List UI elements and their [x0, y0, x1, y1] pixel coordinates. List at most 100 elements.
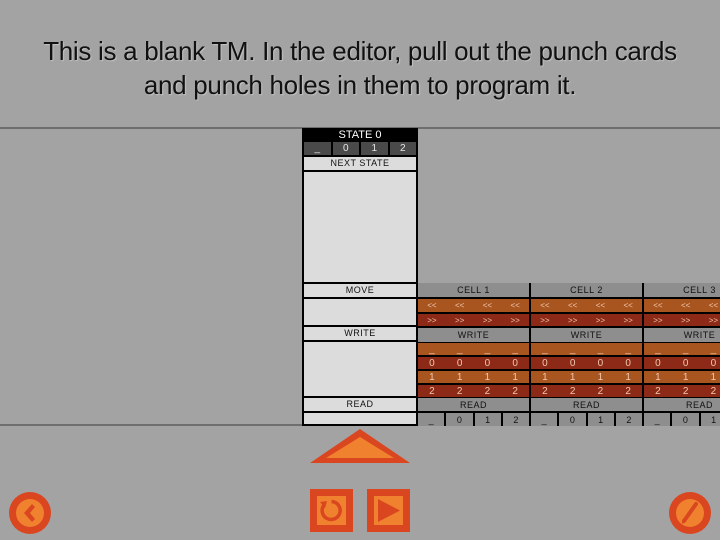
move-left-option[interactable]: <<: [672, 301, 700, 310]
edit-button[interactable]: [668, 491, 712, 535]
read-symbol[interactable]: 2: [502, 413, 529, 426]
write-option[interactable]: 0: [418, 358, 446, 369]
write-option[interactable]: 2: [672, 386, 700, 397]
write-label: WRITE: [644, 328, 720, 342]
write-option[interactable]: 0: [587, 358, 615, 369]
write-option[interactable]: _: [700, 344, 720, 355]
write-option[interactable]: 0: [474, 358, 502, 369]
write-option[interactable]: 2: [587, 386, 615, 397]
write-option[interactable]: _: [672, 344, 700, 355]
write-option[interactable]: 2: [418, 386, 446, 397]
move-left-option[interactable]: <<: [559, 301, 587, 310]
write-option[interactable]: _: [474, 344, 502, 355]
write-option[interactable]: _: [614, 344, 642, 355]
write-option[interactable]: 0: [614, 358, 642, 369]
state-symbol[interactable]: 1: [361, 142, 388, 155]
write-option[interactable]: 2: [700, 386, 720, 397]
move-right-option[interactable]: >>: [587, 316, 615, 325]
write-option[interactable]: 2: [644, 386, 672, 397]
read-symbol[interactable]: 1: [474, 413, 501, 426]
write-area[interactable]: [304, 342, 416, 396]
write-option[interactable]: _: [501, 344, 529, 355]
move-left-option[interactable]: <<: [501, 301, 529, 310]
write-option[interactable]: 1: [614, 372, 642, 383]
write-option[interactable]: 1: [446, 372, 474, 383]
write-option[interactable]: 1: [501, 372, 529, 383]
move-left-option[interactable]: <<: [587, 301, 615, 310]
move-right-option[interactable]: >>: [559, 316, 587, 325]
state-symbol[interactable]: _: [304, 142, 331, 155]
move-right-option[interactable]: >>: [474, 316, 502, 325]
move-left-option[interactable]: <<: [614, 301, 642, 310]
back-button[interactable]: [8, 491, 52, 535]
write-option[interactable]: 0: [700, 358, 720, 369]
cell-card[interactable]: CELL 1 << << << << >> >> >> >> WRITE _ _ _ _ 0 0 0 0 1 1 1 1 2…: [418, 283, 531, 426]
write-option[interactable]: 2: [474, 386, 502, 397]
read-symbol[interactable]: 1: [587, 413, 614, 426]
move-right-option[interactable]: >>: [446, 316, 474, 325]
write-option[interactable]: 2: [559, 386, 587, 397]
state-symbol[interactable]: 2: [389, 142, 416, 155]
write-option[interactable]: 2: [614, 386, 642, 397]
write-option[interactable]: _: [587, 344, 615, 355]
write-row: 2222: [644, 385, 720, 397]
state-card[interactable]: STATE 0 _ 0 1 2 NEXT STATE MOVE WRITE RE…: [302, 128, 418, 426]
write-option[interactable]: 1: [559, 372, 587, 383]
write-option[interactable]: 1: [587, 372, 615, 383]
state-symbol[interactable]: 0: [332, 142, 359, 155]
cell-title: CELL 3: [644, 283, 720, 297]
read-symbol[interactable]: _: [418, 413, 445, 426]
move-left-option[interactable]: <<: [700, 301, 720, 310]
write-option[interactable]: 0: [446, 358, 474, 369]
write-option[interactable]: 0: [501, 358, 529, 369]
write-option[interactable]: 2: [446, 386, 474, 397]
write-option[interactable]: _: [559, 344, 587, 355]
read-symbol[interactable]: 1: [700, 413, 720, 426]
move-left-option[interactable]: <<: [474, 301, 502, 310]
move-left-option[interactable]: <<: [446, 301, 474, 310]
write-option[interactable]: 2: [531, 386, 559, 397]
move-left-option[interactable]: <<: [644, 301, 672, 310]
move-right-option[interactable]: >>: [672, 316, 700, 325]
state-title: STATE 0: [302, 128, 418, 142]
write-option[interactable]: 2: [501, 386, 529, 397]
write-option[interactable]: 0: [672, 358, 700, 369]
move-left-option[interactable]: <<: [531, 301, 559, 310]
write-option[interactable]: 0: [559, 358, 587, 369]
read-area[interactable]: [304, 413, 416, 424]
write-option[interactable]: 1: [474, 372, 502, 383]
read-label: READ: [531, 398, 642, 411]
write-option[interactable]: 1: [672, 372, 700, 383]
write-option[interactable]: 1: [644, 372, 672, 383]
move-area[interactable]: [304, 299, 416, 325]
write-option[interactable]: _: [644, 344, 672, 355]
move-right-option[interactable]: >>: [501, 316, 529, 325]
write-option[interactable]: 0: [644, 358, 672, 369]
play-button[interactable]: [367, 489, 410, 532]
move-right-option[interactable]: >>: [418, 316, 446, 325]
cell-card[interactable]: CELL 3<<<<<<<<>>>>>>>>WRITE____000011112…: [644, 283, 720, 426]
move-right-option[interactable]: >>: [644, 316, 672, 325]
move-right-row: >>>>>>>>: [418, 314, 529, 326]
read-symbol[interactable]: _: [644, 413, 671, 426]
read-symbol[interactable]: _: [531, 413, 558, 426]
write-option[interactable]: 1: [700, 372, 720, 383]
move-left-option[interactable]: <<: [418, 301, 446, 310]
write-option[interactable]: _: [531, 344, 559, 355]
reset-button[interactable]: [310, 489, 353, 532]
read-symbol[interactable]: 0: [672, 413, 699, 426]
read-symbol[interactable]: 0: [446, 413, 473, 426]
write-option[interactable]: 1: [418, 372, 446, 383]
move-right-option[interactable]: >>: [700, 316, 720, 325]
next-state-area[interactable]: [304, 172, 416, 282]
read-symbol[interactable]: 2: [615, 413, 642, 426]
write-option[interactable]: 0: [531, 358, 559, 369]
read-symbol[interactable]: 0: [559, 413, 586, 426]
write-option[interactable]: 1: [531, 372, 559, 383]
move-right-option[interactable]: >>: [614, 316, 642, 325]
move-right-option[interactable]: >>: [531, 316, 559, 325]
up-arrow-icon[interactable]: [308, 427, 412, 465]
cell-card[interactable]: CELL 2 << << << << >> >> >> >> WRITE _ _ _ _ 0 0 0 0 1 1 1 1 2…: [531, 283, 644, 426]
write-option[interactable]: _: [446, 344, 474, 355]
write-option[interactable]: _: [418, 344, 446, 355]
